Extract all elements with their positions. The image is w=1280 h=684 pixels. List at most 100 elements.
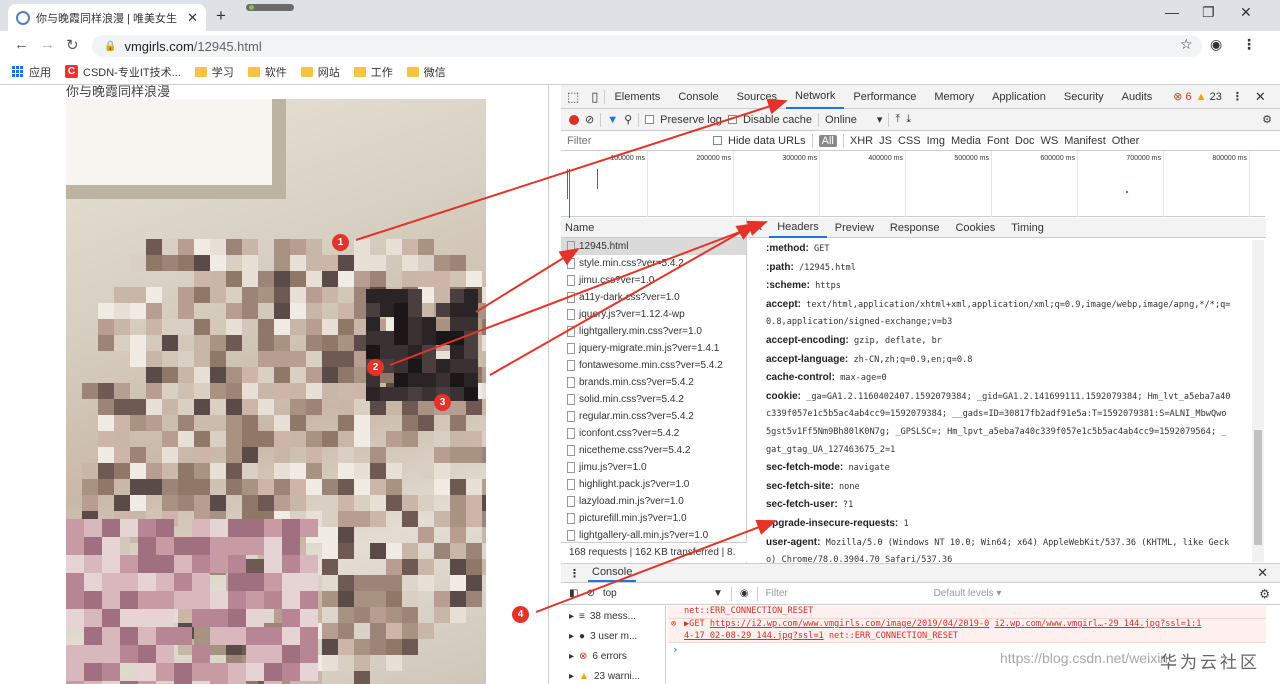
hide-data-urls-checkbox[interactable] — [713, 136, 722, 145]
detail-tab-response[interactable]: Response — [882, 218, 948, 238]
type-filter-css[interactable]: CSS — [898, 135, 921, 147]
eye-icon[interactable]: ◉ — [740, 588, 749, 599]
address-bar[interactable]: 🔒 vmgirls.com/12945.html — [92, 35, 1202, 57]
throttling-select[interactable]: Online — [825, 114, 857, 126]
error-url-link[interactable]: https://i2.wp.com/www.vmgirls.com/image/… — [710, 619, 989, 629]
request-row[interactable]: a11y-dark.css?ver=1.0 — [561, 289, 746, 306]
type-filter-doc[interactable]: Doc — [1015, 135, 1035, 147]
inspect-icon[interactable]: ⬚ — [561, 89, 585, 105]
type-filter-img[interactable]: Img — [927, 135, 945, 147]
bookmark-star-icon[interactable]: ☆ — [1180, 36, 1193, 53]
console-sidebar-toggle-icon[interactable]: ◧ — [569, 588, 578, 599]
bookmark-folder-work[interactable]: 工作 — [353, 64, 393, 80]
type-filter-media[interactable]: Media — [951, 135, 981, 147]
restore-icon[interactable]: ❐ — [1202, 4, 1215, 21]
name-column-header[interactable]: Name — [561, 218, 746, 238]
type-filter-manifest[interactable]: Manifest — [1064, 135, 1106, 147]
disable-cache-checkbox[interactable] — [727, 115, 737, 124]
import-har-icon[interactable]: ⤒ — [895, 113, 900, 126]
type-filter-ws[interactable]: WS — [1040, 135, 1058, 147]
request-row[interactable]: solid.min.css?ver=5.4.2 — [561, 391, 746, 408]
details-scrollbar[interactable] — [1252, 240, 1264, 562]
device-toolbar-icon[interactable]: ▯ — [585, 89, 604, 105]
menu-kebab-icon[interactable]: ⋮ — [1242, 36, 1256, 53]
context-select[interactable]: top ▼ — [603, 588, 723, 599]
request-row[interactable]: style.min.css?ver=5.4.2 — [561, 255, 746, 272]
reload-icon[interactable]: ↻ — [66, 36, 79, 54]
network-overview-timeline[interactable]: 100000 ms 200000 ms 300000 ms 400000 ms 5000… — [561, 151, 1265, 219]
tab-performance[interactable]: Performance — [844, 85, 925, 109]
tab-application[interactable]: Application — [983, 85, 1055, 109]
request-row[interactable]: regular.min.css?ver=5.4.2 — [561, 408, 746, 425]
bookmark-folder-study[interactable]: 学习 — [194, 64, 234, 80]
tab-network[interactable]: Network — [786, 85, 845, 109]
drawer-close-icon[interactable]: ✕ — [1257, 565, 1268, 581]
console-settings-icon[interactable]: ⚙ — [1259, 587, 1270, 601]
detail-tab-headers[interactable]: Headers — [769, 218, 827, 238]
profile-icon[interactable]: ◉ — [1210, 36, 1222, 53]
type-filter-all[interactable]: All — [818, 134, 837, 147]
console-sidebar-item[interactable]: ▸ ⊗ 6 errors — [561, 646, 665, 666]
minimize-icon[interactable]: — — [1165, 4, 1179, 20]
request-row[interactable]: lightgallery.min.css?ver=1.0 — [561, 323, 746, 340]
clear-icon[interactable]: ⊘ — [585, 113, 594, 126]
log-levels-select[interactable]: Default levels ▾ — [934, 588, 1002, 599]
error-count-icon[interactable]: ⊗ 6 — [1173, 90, 1191, 103]
console-sidebar-item[interactable]: ▸ ▲ 23 warni... — [561, 666, 665, 684]
tab-close-icon[interactable]: ✕ — [187, 10, 198, 26]
request-row[interactable]: jimu.css?ver=1.0 — [561, 272, 746, 289]
export-har-icon[interactable]: ⤓ — [906, 113, 911, 126]
request-row[interactable]: highlight.pack.js?ver=1.0 — [561, 476, 746, 493]
search-icon[interactable]: ⚲ — [624, 113, 632, 126]
drawer-menu-icon[interactable]: ⋮ — [569, 567, 580, 580]
type-filter-js[interactable]: JS — [879, 135, 892, 147]
bookmark-csdn[interactable]: C CSDN-专业IT技术... — [65, 64, 181, 80]
console-sidebar-item[interactable]: ▸ ● 3 user m... — [561, 626, 665, 646]
devtools-close-icon[interactable]: ✕ — [1255, 89, 1266, 105]
network-settings-icon[interactable]: ⚙ — [1262, 113, 1272, 126]
type-filter-xhr[interactable]: XHR — [850, 135, 873, 147]
request-row[interactable]: brands.min.css?ver=5.4.2 — [561, 374, 746, 391]
tab-console[interactable]: Console — [669, 85, 727, 109]
request-row[interactable]: 12945.html — [561, 238, 746, 255]
bookmark-apps[interactable]: 应用 — [12, 64, 51, 80]
forward-icon[interactable]: → — [40, 36, 55, 53]
devtools-menu-icon[interactable]: ⋮ — [1232, 90, 1243, 103]
type-filter-font[interactable]: Font — [987, 135, 1009, 147]
request-row[interactable]: iconfont.css?ver=5.4.2 — [561, 425, 746, 442]
preserve-log-checkbox[interactable] — [645, 115, 655, 124]
tab-audits[interactable]: Audits — [1113, 85, 1162, 109]
detail-tab-preview[interactable]: Preview — [827, 218, 882, 238]
error-url-link[interactable]: 4-17_02-08-29_144.jpg?ssl=1 — [684, 631, 824, 641]
record-icon[interactable] — [569, 114, 579, 125]
request-row[interactable]: jquery-migrate.min.js?ver=1.4.1 — [561, 340, 746, 357]
console-tab[interactable]: Console — [588, 564, 637, 582]
warning-count-icon[interactable]: ▲ 23 — [1196, 91, 1222, 103]
close-details-icon[interactable]: ✕ — [748, 221, 769, 234]
request-row[interactable]: fontawesome.min.css?ver=5.4.2 — [561, 357, 746, 374]
back-icon[interactable]: ← — [14, 36, 29, 53]
network-filter-input[interactable] — [561, 132, 701, 149]
error-source-link[interactable]: i2.wp.com/www.vmgirl…-29_144.jpg?ssl=1:1 — [994, 619, 1201, 629]
filter-icon[interactable]: ▼ — [607, 114, 618, 126]
console-filter-input[interactable]: Filter — [766, 588, 906, 599]
detail-tab-timing[interactable]: Timing — [1003, 218, 1052, 238]
bookmark-folder-sites[interactable]: 网站 — [300, 64, 340, 80]
tab-elements[interactable]: Elements — [605, 85, 669, 109]
detail-tab-cookies[interactable]: Cookies — [947, 218, 1003, 238]
chevron-down-icon[interactable]: ▾ — [877, 113, 883, 126]
request-row[interactable]: jimu.js?ver=1.0 — [561, 459, 746, 476]
bookmark-folder-software[interactable]: 软件 — [247, 64, 287, 80]
console-sidebar-item[interactable]: ▸ ≡ 38 mess... — [561, 606, 665, 626]
bookmark-folder-wechat[interactable]: 微信 — [406, 64, 446, 80]
tab-sources[interactable]: Sources — [728, 85, 786, 109]
console-clear-icon[interactable]: ⊘ — [586, 588, 594, 599]
new-tab-icon[interactable]: + — [216, 6, 226, 26]
browser-tab[interactable]: 你与晚霞同样浪漫 | 唯美女生 ✕ — [8, 4, 206, 31]
type-filter-other[interactable]: Other — [1112, 135, 1140, 147]
tab-memory[interactable]: Memory — [925, 85, 983, 109]
request-row[interactable]: picturefill.min.js?ver=1.0 — [561, 510, 746, 527]
request-row[interactable]: nicetheme.css?ver=5.4.2 — [561, 442, 746, 459]
request-row[interactable]: jquery.js?ver=1.12.4-wp — [561, 306, 746, 323]
tab-security[interactable]: Security — [1055, 85, 1113, 109]
